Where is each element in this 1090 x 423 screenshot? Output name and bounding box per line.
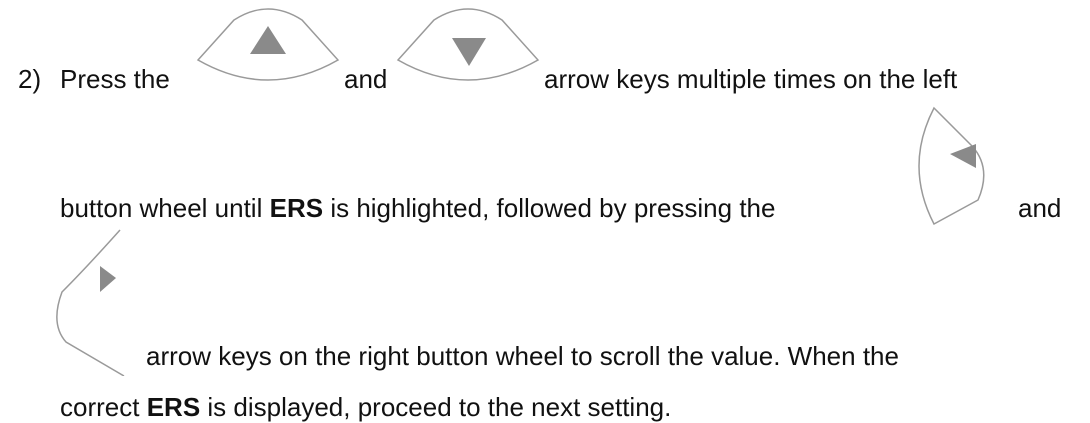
line2-prefix: button wheel until — [60, 193, 263, 223]
right-arrow-key-icon — [56, 228, 140, 376]
down-arrow-key-icon — [396, 4, 540, 84]
line3-text-a: arrow keys on the right button wheel to … — [146, 341, 899, 371]
line1-text-c: arrow keys multiple times on the left — [544, 64, 958, 94]
line2-text-a: button wheel until ERS is highlighted, f… — [60, 193, 775, 223]
line4-prefix: correct — [60, 392, 140, 422]
line1-text-a: Press the — [60, 64, 170, 94]
left-arrow-key-icon — [916, 106, 996, 226]
ers-highlight-2: ERS — [146, 392, 201, 422]
line4-suffix: is displayed, proceed to the next settin… — [207, 392, 672, 422]
up-arrow-key-icon — [196, 4, 340, 82]
ers-highlight-1: ERS — [269, 193, 324, 223]
line2-middle: is highlighted, followed by pressing the — [330, 193, 776, 223]
line1-text-b: and — [344, 64, 388, 94]
line4-text: correct ERS is displayed, proceed to the… — [60, 392, 671, 422]
line2-text-c: and — [1018, 193, 1062, 223]
step-number: 2) — [18, 64, 42, 94]
